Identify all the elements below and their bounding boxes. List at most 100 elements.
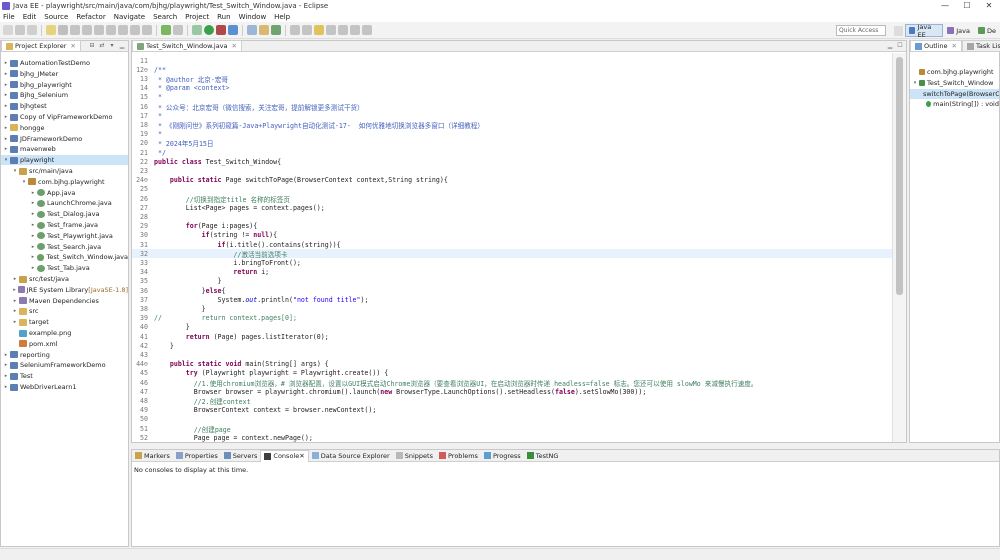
expand-arrow-icon[interactable]: ▸: [3, 103, 9, 109]
new-icon[interactable]: [3, 25, 13, 35]
expand-arrow-icon[interactable]: ▸: [3, 146, 9, 152]
step-into-icon[interactable]: [118, 25, 128, 35]
skip-breakpoints-icon[interactable]: [58, 25, 68, 35]
tree-item[interactable]: ▸ src/test/java: [1, 274, 128, 284]
new-class-icon[interactable]: [271, 25, 281, 35]
scrollbar-thumb[interactable]: [896, 57, 903, 295]
expand-arrow-icon[interactable]: ▸: [3, 125, 9, 131]
quick-access-field[interactable]: Quick Access: [836, 25, 886, 36]
prev-annotation-icon[interactable]: [326, 25, 336, 35]
code-line[interactable]: 43: [132, 350, 892, 359]
expand-arrow-icon[interactable]: ▸: [12, 287, 17, 293]
search-icon[interactable]: [302, 25, 312, 35]
code-line[interactable]: 15 *: [132, 93, 892, 102]
maximize-button[interactable]: ☐: [956, 0, 978, 11]
expand-arrow-icon[interactable]: ▸: [30, 211, 36, 217]
code-line[interactable]: 41 return (Page) pages.listIterator(0);: [132, 332, 892, 341]
save-all-icon[interactable]: [27, 25, 37, 35]
expand-arrow-icon[interactable]: ▸: [30, 190, 36, 196]
tree-item[interactable]: ▸ mavenweb: [1, 144, 128, 154]
expand-arrow-icon[interactable]: ▸: [30, 222, 36, 228]
next-annotation-icon[interactable]: [338, 25, 348, 35]
code-line[interactable]: 28: [132, 212, 892, 221]
tab-outline[interactable]: Outline ✕: [910, 40, 962, 51]
expand-arrow-icon[interactable]: ▸: [30, 233, 36, 239]
outline-item[interactable]: switchToPage(BrowserContext, String) : P…: [910, 88, 999, 99]
expand-arrow-icon[interactable]: ▾: [3, 157, 9, 163]
run-icon[interactable]: [204, 25, 214, 35]
debug-icon[interactable]: [46, 25, 56, 35]
tree-item[interactable]: ▸ SeleniumFrameworkDemo: [1, 360, 128, 370]
collapse-all-icon[interactable]: ⊟: [88, 42, 96, 50]
code-line[interactable]: 33 i.bringToFront();: [132, 258, 892, 267]
terminate-icon[interactable]: [94, 25, 104, 35]
tree-item[interactable]: ▾ src/main/java: [1, 166, 128, 176]
code-line[interactable]: 37 System.out.println("not found title")…: [132, 295, 892, 304]
code-line[interactable]: 22 public class Test_Switch_Window{: [132, 157, 892, 166]
code-line[interactable]: 45 try (Playwright playwright = Playwrig…: [132, 369, 892, 378]
tab-task-list[interactable]: Task List: [961, 40, 1000, 51]
expand-arrow-icon[interactable]: ▸: [3, 114, 9, 120]
tree-item[interactable]: example.png: [1, 328, 128, 338]
menu-run[interactable]: Run: [217, 13, 230, 21]
menu-navigate[interactable]: Navigate: [114, 13, 145, 21]
expand-arrow-icon[interactable]: ▸: [30, 200, 36, 206]
code-line[interactable]: 27 List<Page> pages = context.pages();: [132, 203, 892, 212]
perspective-java-ee[interactable]: Java EE: [905, 23, 944, 39]
debug-run-icon[interactable]: [192, 25, 202, 35]
tree-item[interactable]: ▸ reporting: [1, 350, 128, 360]
tree-item[interactable]: ▸ Test_Search.java: [1, 242, 128, 252]
expand-arrow-icon[interactable]: ▸: [30, 244, 36, 250]
tree-item[interactable]: ▸ bjhg_playwright: [1, 80, 128, 90]
code-line[interactable]: 29 for(Page i:pages){: [132, 222, 892, 231]
menu-project[interactable]: Project: [185, 13, 209, 21]
annotation-icon[interactable]: [314, 25, 324, 35]
perspective-debug[interactable]: De: [974, 24, 1000, 37]
new-java-project-icon[interactable]: [247, 25, 257, 35]
code-line[interactable]: 34 return i;: [132, 268, 892, 277]
code-line[interactable]: 12⊖ /**: [132, 65, 892, 74]
expand-arrow-icon[interactable]: ▸: [3, 384, 9, 390]
close-icon[interactable]: ✕: [299, 452, 304, 460]
outline-item[interactable]: main(String[]) : void: [910, 99, 999, 109]
menu-refactor[interactable]: Refactor: [76, 13, 105, 21]
code-line[interactable]: 14 * @param <context>: [132, 84, 892, 93]
menu-window[interactable]: Window: [239, 13, 267, 21]
code-line[interactable]: 24⊖ public static Page switchToPage(Brow…: [132, 176, 892, 185]
tab-properties[interactable]: Properties: [173, 450, 221, 462]
expand-arrow-icon[interactable]: ▸: [12, 276, 18, 282]
menu-help[interactable]: Help: [274, 13, 290, 21]
tree-item[interactable]: ▸ bjhg_JMeter: [1, 69, 128, 79]
new-package-icon[interactable]: [259, 25, 269, 35]
tree-item[interactable]: ▸ src: [1, 306, 128, 316]
code-line[interactable]: 42 }: [132, 341, 892, 350]
code-line[interactable]: 13 * @author 北京-宏哥: [132, 74, 892, 84]
tree-item[interactable]: ▸ target: [1, 317, 128, 327]
open-perspective-icon[interactable]: [894, 25, 904, 36]
code-line[interactable]: 32 //激活当前选项卡: [132, 249, 892, 259]
code-line[interactable]: 11: [132, 56, 892, 65]
expand-arrow-icon[interactable]: ▸: [3, 92, 9, 98]
outline-item[interactable]: ▾ Test_Switch_Window: [910, 78, 999, 88]
close-icon[interactable]: ✕: [70, 42, 75, 50]
tab-markers[interactable]: Markers: [132, 450, 173, 462]
expand-arrow-icon[interactable]: ▸: [3, 362, 9, 368]
tree-item[interactable]: ▸ AutomationTestDemo: [1, 58, 128, 68]
code-line[interactable]: 19 *: [132, 130, 892, 139]
tree-item[interactable]: ▸ Test_Tab.java: [1, 263, 128, 273]
code-line[interactable]: 49 BrowserContext context = browser.newC…: [132, 406, 892, 415]
step-over-icon[interactable]: [130, 25, 140, 35]
tree-item[interactable]: ▸ Test_frame.java: [1, 220, 128, 230]
tree-item[interactable]: ▸ hongge: [1, 123, 128, 133]
expand-arrow-icon[interactable]: ▸: [3, 373, 9, 379]
tree-item[interactable]: ▸ Test: [1, 371, 128, 381]
tree-item[interactable]: ▸ JDFrameworkDemo: [1, 134, 128, 144]
expand-arrow-icon[interactable]: ▾: [912, 80, 918, 86]
save-icon[interactable]: [15, 25, 25, 35]
publish-icon[interactable]: [173, 25, 183, 35]
tree-item[interactable]: ▸ App.java: [1, 188, 128, 198]
tab-testng[interactable]: TestNG: [524, 450, 562, 462]
tab-console[interactable]: Console ✕: [260, 449, 309, 462]
minimize-icon[interactable]: ▁: [886, 42, 894, 50]
minimize-icon[interactable]: ▁: [118, 42, 126, 50]
